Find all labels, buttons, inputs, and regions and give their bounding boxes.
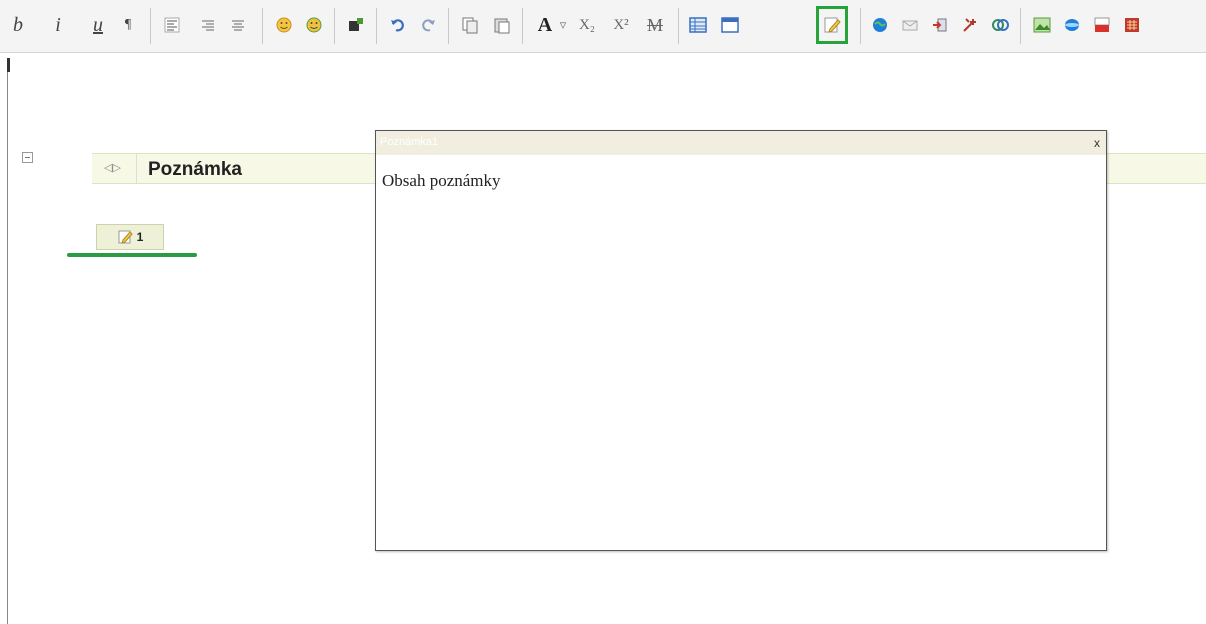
globe-button[interactable] xyxy=(868,8,892,42)
bold-button[interactable]: b xyxy=(6,8,30,42)
image-icon xyxy=(1033,17,1051,33)
align-left-icon xyxy=(164,17,180,33)
font-dropdown-button[interactable]: ▿ xyxy=(556,8,570,42)
note-title: Poznámka xyxy=(148,159,242,180)
undo-button[interactable] xyxy=(386,8,410,42)
note-icon xyxy=(118,230,133,244)
undo-icon xyxy=(391,19,404,32)
youtube-icon xyxy=(1094,17,1110,32)
smiley-icon xyxy=(276,17,292,33)
drag-arrows-icon[interactable]: ◁▷ xyxy=(104,161,121,174)
close-button[interactable]: x xyxy=(1094,136,1100,150)
paste-button[interactable] xyxy=(490,8,514,42)
subscript-button[interactable]: X₂ xyxy=(572,8,602,42)
toolbar-separator xyxy=(150,8,151,44)
align-left-button[interactable] xyxy=(160,8,184,42)
tools-button[interactable] xyxy=(958,8,982,42)
text-cursor xyxy=(7,58,10,72)
link-icon xyxy=(992,19,1009,31)
special-char-button[interactable] xyxy=(344,8,368,42)
align-right-button[interactable] xyxy=(196,8,220,42)
align-center-icon xyxy=(232,20,244,31)
collapse-toggle[interactable] xyxy=(22,152,33,163)
toolbar-separator xyxy=(376,8,377,44)
smiley-button[interactable] xyxy=(272,8,296,42)
table-window-button[interactable] xyxy=(718,8,742,42)
note-popup: Poznámka1 x Obsah poznámky xyxy=(375,130,1107,551)
smiley-green-icon xyxy=(306,17,322,33)
font-dropdown-label: ▿ xyxy=(559,17,567,32)
table-button[interactable] xyxy=(686,8,710,42)
paragraph-button[interactable]: ¶ xyxy=(116,8,140,42)
superscript-button[interactable]: X² xyxy=(606,8,636,42)
tools-icon xyxy=(963,18,976,32)
align-right-icon xyxy=(202,20,214,31)
note-ref-count: 1 xyxy=(136,230,144,244)
bold-label: b xyxy=(13,13,23,36)
toolbar-separator xyxy=(522,8,523,44)
toolbar-separator xyxy=(678,8,679,44)
popup-titlebar[interactable]: Poznámka1 x xyxy=(376,131,1106,155)
underline-label: u xyxy=(93,13,103,36)
note-button[interactable] xyxy=(816,6,848,44)
paragraph-label: ¶ xyxy=(124,17,132,32)
media-icon xyxy=(1065,19,1079,31)
calculator-button[interactable] xyxy=(1120,8,1144,42)
popup-content[interactable]: Obsah poznámky xyxy=(382,171,501,191)
popup-title: Poznámka1 xyxy=(380,136,439,148)
editor-left-border xyxy=(7,58,8,624)
font-label: A xyxy=(537,13,553,36)
envelope-icon xyxy=(902,20,918,31)
editor-toolbar: b i u ¶ A ▿ X₂ X² M xyxy=(0,0,1206,53)
copy-button[interactable] xyxy=(458,8,482,42)
toolbar-separator xyxy=(334,8,335,44)
redo-icon xyxy=(422,19,435,32)
import-button[interactable] xyxy=(928,8,952,42)
toolbar-separator xyxy=(860,8,861,44)
copy-icon xyxy=(462,17,478,34)
envelope-button[interactable] xyxy=(898,8,922,42)
smiley-green-button[interactable] xyxy=(302,8,326,42)
italic-button[interactable]: i xyxy=(46,8,70,42)
globe-icon xyxy=(873,18,887,32)
import-icon xyxy=(933,18,947,32)
media-button[interactable] xyxy=(1060,8,1084,42)
toolbar-separator xyxy=(448,8,449,44)
superscript-label: X² xyxy=(613,16,629,33)
strikethrough-button[interactable]: M xyxy=(640,8,670,42)
link-button[interactable] xyxy=(988,8,1012,42)
redo-button[interactable] xyxy=(416,8,440,42)
calculator-icon xyxy=(1125,18,1139,32)
highlight-underline xyxy=(67,253,197,257)
align-center-button[interactable] xyxy=(226,8,250,42)
underline-button[interactable]: u xyxy=(86,8,110,42)
note-icon xyxy=(824,17,841,33)
toolbar-separator xyxy=(1020,8,1021,44)
table-window-icon xyxy=(721,17,739,33)
subscript-label: X₂ xyxy=(578,16,596,33)
table-icon xyxy=(689,17,707,33)
youtube-button[interactable] xyxy=(1090,8,1114,42)
paste-icon xyxy=(494,18,510,34)
note-reference-button[interactable]: 1 xyxy=(96,224,164,250)
italic-label: i xyxy=(55,13,61,36)
toolbar-separator xyxy=(262,8,263,44)
strikethrough-label: M xyxy=(646,14,663,35)
special-char-icon xyxy=(349,18,363,31)
header-divider xyxy=(136,154,137,183)
image-button[interactable] xyxy=(1030,8,1054,42)
